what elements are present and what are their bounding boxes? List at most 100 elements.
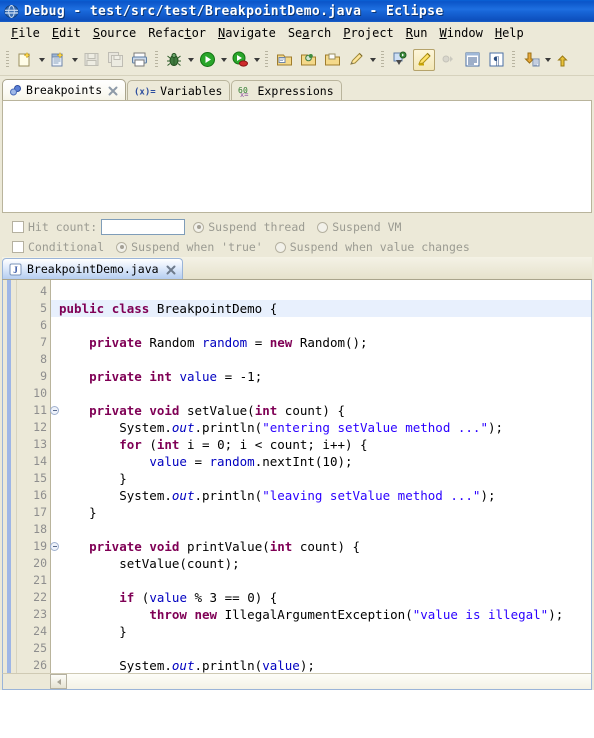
debug-bug-icon[interactable] — [163, 49, 185, 71]
editor-tab-label: BreakpointDemo.java — [27, 262, 159, 276]
open-type-icon[interactable] — [273, 49, 295, 71]
tab-breakpoints[interactable]: Breakpoints — [2, 79, 127, 100]
next-annotation-icon[interactable] — [389, 49, 411, 71]
code-line[interactable] — [51, 351, 591, 368]
save-icon[interactable] — [80, 49, 102, 71]
code-editor[interactable]: 4 5 6 7 8 9 10 11 12 13 14 15 16 17 18 19 20 21 22 23 24 25 26… — [2, 280, 592, 673]
toolbar-grip[interactable] — [381, 50, 384, 69]
toolbar-grip[interactable] — [512, 50, 515, 69]
code-line[interactable] — [51, 640, 591, 657]
new-wizard-icon[interactable] — [14, 49, 36, 71]
collapse-all-dropdown-arrow[interactable] — [543, 49, 552, 71]
suspend-when-true-radio[interactable] — [116, 241, 128, 253]
code-line[interactable]: System.out.println("leaving setValue met… — [51, 487, 591, 504]
code-line[interactable]: System.out.println(value); — [51, 657, 591, 673]
suspend-thread-radio[interactable] — [193, 221, 205, 233]
line-number-ruler[interactable]: 4 5 6 7 8 9 10 11 12 13 14 15 16 17 18 19 20 21 22 23 24 25 26… — [17, 280, 59, 673]
menu-item-help[interactable]: Help — [489, 24, 530, 42]
show-whitespace-icon[interactable] — [461, 49, 483, 71]
code-line[interactable]: for (int i = 0; i < count; i++) { — [51, 436, 591, 453]
save-all-icon[interactable] — [104, 49, 126, 71]
scrollbar-track[interactable] — [67, 674, 591, 689]
code-line[interactable] — [51, 385, 591, 402]
annotation-ruler[interactable] — [3, 280, 17, 673]
suspend-when-value-changes-radio[interactable] — [274, 241, 286, 253]
code-token: IllegalArgumentException( — [217, 607, 413, 622]
collapse-all-icon[interactable] — [520, 49, 542, 71]
toolbar-grip[interactable] — [155, 50, 158, 69]
print-icon[interactable] — [128, 49, 150, 71]
prev-annotation-icon[interactable] — [437, 49, 459, 71]
code-line[interactable] — [51, 317, 591, 334]
close-icon[interactable] — [108, 85, 118, 96]
menu-item-search[interactable]: Search — [282, 24, 337, 42]
tab-breakpointdemo-java[interactable]: J BreakpointDemo.java — [2, 258, 183, 279]
code-line[interactable] — [51, 572, 591, 589]
restore-icon[interactable] — [553, 49, 575, 71]
code-token: printValue( — [179, 539, 270, 554]
code-token: out — [171, 420, 195, 435]
menu-item-edit[interactable]: Edit — [46, 24, 87, 42]
tab-variables[interactable]: (x)= Variables — [127, 80, 231, 100]
code-line[interactable]: private int value = -1; — [51, 368, 591, 385]
pilcrow-icon[interactable]: ¶ — [485, 49, 507, 71]
code-line[interactable]: value = random.nextInt(10); — [51, 453, 591, 470]
highlight-marker-icon[interactable] — [413, 48, 435, 71]
code-line[interactable]: throw new IllegalArgumentException("valu… — [51, 606, 591, 623]
line-number: 9 — [40, 369, 47, 383]
code-line[interactable]: public class BreakpointDemo { — [51, 300, 591, 317]
scrollbar-corner — [3, 674, 50, 689]
run-coverage-icon[interactable] — [229, 49, 251, 71]
new-java-class-dropdown-arrow[interactable] — [70, 49, 79, 71]
code-line[interactable]: setValue(count); — [51, 555, 591, 572]
close-icon[interactable] — [166, 264, 176, 275]
code-line[interactable]: } — [51, 504, 591, 521]
open-task-icon[interactable] — [321, 49, 343, 71]
source-text[interactable]: public class BreakpointDemo { private Ra… — [51, 280, 591, 673]
menu-item-project[interactable]: Project — [337, 24, 400, 42]
editor-area: J BreakpointDemo.java 4 5 6 7 8 9 10 11 12 13 14 15… — [0, 255, 594, 690]
new-java-class-icon[interactable] — [47, 49, 69, 71]
tab-expressions[interactable]: 6 0 x= Expressions — [231, 80, 342, 100]
pencil-dropdown-arrow[interactable] — [368, 49, 377, 71]
search-folder-icon[interactable] — [297, 49, 319, 71]
hit-count-input[interactable] — [101, 219, 186, 235]
new-wizard-dropdown-arrow[interactable] — [37, 49, 46, 71]
code-line[interactable]: private void printValue(int count) { — [51, 538, 591, 555]
code-line[interactable]: System.out.println("entering setValue me… — [51, 419, 591, 436]
code-line[interactable]: private void setValue(int count) { — [51, 402, 591, 419]
menu-item-window[interactable]: Window — [433, 24, 488, 42]
debug-dropdown-arrow[interactable] — [186, 49, 195, 71]
toolbar-grip[interactable] — [265, 50, 268, 69]
editor-horizontal-scrollbar[interactable] — [2, 673, 592, 690]
code-token: public — [59, 301, 105, 316]
conditional-checkbox[interactable] — [12, 241, 24, 253]
coverage-dropdown-arrow[interactable] — [252, 49, 261, 71]
pencil-icon[interactable] — [345, 49, 367, 71]
run-dropdown-arrow[interactable] — [219, 49, 228, 71]
scroll-left-arrow-icon[interactable] — [50, 674, 67, 689]
menu-item-source[interactable]: Source — [87, 24, 142, 42]
code-token: if — [119, 590, 135, 605]
breakpoints-list[interactable] — [2, 100, 592, 213]
code-line[interactable] — [51, 521, 591, 538]
svg-text:x=: x= — [240, 91, 248, 97]
line-number: 26 — [33, 658, 47, 672]
hit-count-checkbox[interactable] — [12, 221, 24, 233]
code-token: System. — [59, 420, 172, 435]
code-line[interactable]: } — [51, 623, 591, 640]
suspend-vm-radio[interactable] — [317, 221, 329, 233]
line-number: 19 — [17, 538, 59, 555]
code-line[interactable]: if (value % 3 == 0) { — [51, 589, 591, 606]
run-play-icon[interactable] — [196, 49, 218, 71]
code-line[interactable]: } — [51, 470, 591, 487]
menu-item-run[interactable]: Run — [400, 24, 434, 42]
menu-item-refactor[interactable]: Refactor — [142, 24, 212, 42]
code-line[interactable]: private Random random = new Random(); — [51, 334, 591, 351]
code-line[interactable] — [51, 283, 591, 300]
toolbar-grip[interactable] — [6, 50, 9, 69]
menu-item-navigate[interactable]: Navigate — [212, 24, 282, 42]
menu-item-file[interactable]: File — [5, 24, 46, 42]
